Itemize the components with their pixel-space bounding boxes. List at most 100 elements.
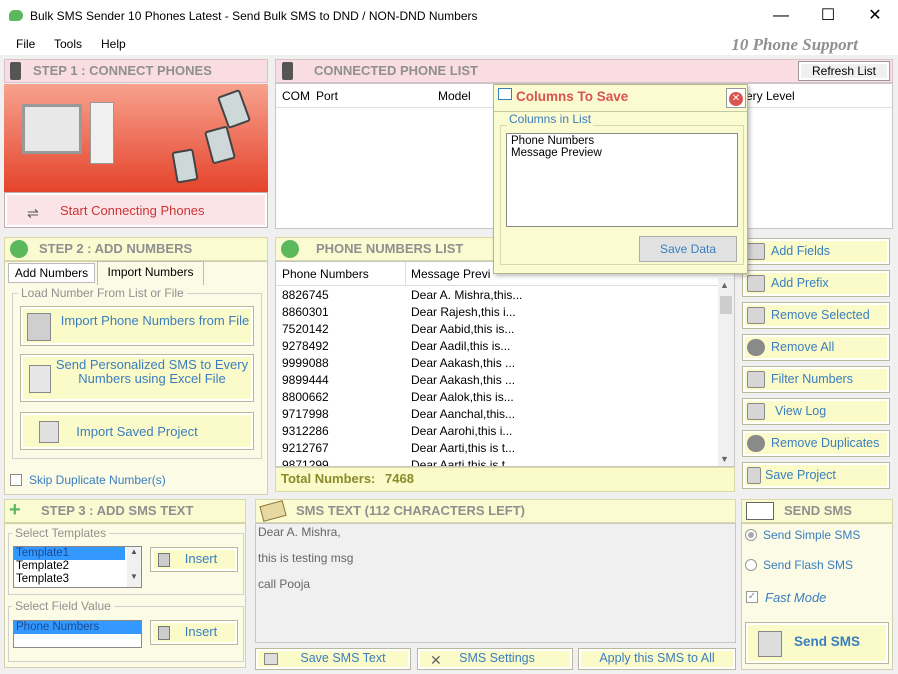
add-fields-label: Add Fields	[771, 244, 831, 258]
simple-sms-radio[interactable]	[745, 529, 757, 541]
flash-sms-radio[interactable]	[745, 559, 757, 571]
col-message-preview[interactable]: Message Previ	[411, 267, 491, 281]
remove-all-button[interactable]: Remove All	[742, 334, 890, 361]
message-preview-cell[interactable]: Dear Rajesh,this i...	[411, 305, 531, 319]
scroll-down-icon[interactable]: ▼	[720, 454, 729, 464]
insert-template-button[interactable]: Insert	[150, 547, 238, 572]
columns-listbox[interactable]: Phone Numbers Message Preview	[506, 133, 738, 227]
connect-illustration	[4, 84, 268, 192]
filter-numbers-button[interactable]: Filter Numbers	[742, 366, 890, 393]
phone-number-cell[interactable]: 9717998	[282, 407, 336, 421]
phone-number-cell[interactable]: 7520142	[282, 322, 336, 336]
message-preview-cell[interactable]: Dear Aadil,this is...	[411, 339, 531, 353]
apply-sms-button[interactable]: Apply this SMS to All	[578, 648, 736, 670]
save-data-button[interactable]: Save Data	[639, 236, 737, 262]
add-prefix-icon	[747, 275, 765, 292]
send-sms-button[interactable]: Send SMS	[745, 622, 889, 664]
template-item[interactable]: Template1	[14, 547, 125, 560]
menu-tools[interactable]: Tools	[54, 37, 82, 51]
view-log-button[interactable]: View Log	[742, 398, 890, 425]
scroll-down-icon[interactable]: ▼	[127, 572, 141, 581]
excel-icon	[29, 365, 51, 393]
columns-group-label: Columns in List	[507, 112, 594, 126]
phone-number-cell[interactable]: 9312286	[282, 424, 336, 438]
filter-numbers-label: Filter Numbers	[771, 372, 853, 386]
col-battery[interactable]: ery Level	[746, 89, 795, 103]
col-phone-numbers[interactable]: Phone Numbers	[282, 267, 369, 281]
phone-numbers-table: Phone Numbers Message Previ ▲ ▼ 8826745 D…	[275, 261, 735, 467]
message-preview-cell[interactable]: Dear A. Mishra,this...	[411, 288, 531, 302]
scroll-thumb[interactable]	[720, 296, 732, 314]
view-log-label: View Log	[775, 404, 827, 418]
scroll-up-icon[interactable]: ▲	[720, 280, 729, 290]
phone-support-label: 10 Phone Support	[731, 35, 858, 54]
add-fields-button[interactable]: Add Fields	[742, 238, 890, 265]
phone-icon	[216, 88, 252, 130]
message-preview-cell[interactable]: Dear Aakash,this ...	[411, 356, 531, 370]
import-project-button[interactable]: Import Saved Project	[20, 412, 254, 450]
skip-duplicate-checkbox[interactable]	[10, 474, 22, 486]
sms-text-title: SMS TEXT (112 CHARACTERS LEFT)	[296, 503, 525, 518]
menu-file[interactable]: File	[16, 37, 35, 51]
message-preview-cell[interactable]: Dear Aabid,this is...	[411, 322, 531, 336]
phone-number-cell[interactable]: 9871299	[282, 458, 336, 466]
excel-label: Send Personalized SMS to Every Numbers u…	[55, 357, 249, 386]
phone-number-cell[interactable]: 8826745	[282, 288, 336, 302]
scrollbar[interactable]: ▲ ▼	[718, 278, 734, 466]
field-item[interactable]: Phone Numbers	[14, 621, 141, 634]
remove-duplicates-button[interactable]: Remove Duplicates	[742, 430, 890, 457]
sms-textarea[interactable]: Dear A. Mishra, this is testing msg call…	[255, 523, 736, 643]
phone-icon	[171, 148, 199, 184]
maximize-button[interactable]: ☐	[805, 0, 851, 33]
save-sms-text-button[interactable]: Save SMS Text	[255, 648, 411, 670]
message-preview-cell[interactable]: Dear Aarti,this is t...	[411, 441, 531, 455]
message-preview-cell[interactable]: Dear Aarohi,this i...	[411, 424, 531, 438]
tab-add-numbers[interactable]: Add Numbers	[8, 263, 95, 283]
save-project-button[interactable]: Save Project	[742, 462, 890, 489]
col-model[interactable]: Model	[438, 89, 471, 103]
sms-line: call Pooja	[258, 577, 311, 591]
column-item[interactable]: Phone Numbers	[511, 135, 733, 147]
column-item[interactable]: Message Preview	[511, 147, 733, 159]
sms-settings-button[interactable]: ✕ SMS Settings	[417, 648, 573, 670]
excel-button[interactable]: Send Personalized SMS to Every Numbers u…	[20, 354, 254, 402]
col-port[interactable]: Port	[316, 89, 338, 103]
total-numbers-label: Total Numbers:	[281, 471, 376, 486]
add-prefix-button[interactable]: Add Prefix	[742, 270, 890, 297]
remove-selected-button[interactable]: Remove Selected	[742, 302, 890, 329]
phone-number-cell[interactable]: 9278492	[282, 339, 336, 353]
remove-duplicates-label: Remove Duplicates	[771, 436, 880, 450]
remove-duplicates-icon	[747, 435, 765, 452]
fast-mode-checkbox[interactable]: ✓	[746, 591, 758, 603]
message-preview-cell[interactable]: Dear Aanchal,this...	[411, 407, 531, 421]
minimize-button[interactable]: —	[758, 0, 804, 33]
templates-listbox[interactable]: Template1 Template2 Template3 ▲ ▼	[13, 546, 142, 588]
start-connecting-button[interactable]: ⇌ Start Connecting Phones	[4, 192, 268, 228]
phone-number-cell[interactable]: 8860301	[282, 305, 336, 319]
template-item[interactable]: Template3	[14, 573, 141, 586]
column-divider	[405, 262, 406, 286]
field-value-group-label: Select Field Value	[12, 599, 114, 613]
phone-number-cell[interactable]: 9899444	[282, 373, 336, 387]
scroll-up-icon[interactable]: ▲	[127, 547, 141, 556]
phone-icon	[282, 62, 293, 80]
step2-header: STEP 2 : ADD NUMBERS	[4, 237, 268, 261]
message-preview-cell[interactable]: Dear Aakash,this ...	[411, 373, 531, 387]
message-preview-cell[interactable]: Dear Aarti,this is t...	[411, 458, 531, 466]
phone-number-cell[interactable]: 9999088	[282, 356, 336, 370]
import-file-button[interactable]: Import Phone Numbers from File	[20, 306, 254, 346]
templates-scrollbar[interactable]: ▲ ▼	[127, 547, 141, 587]
phone-number-cell[interactable]: 9212767	[282, 441, 336, 455]
field-value-listbox[interactable]: Phone Numbers	[13, 620, 142, 648]
col-com[interactable]: COM	[282, 89, 310, 103]
tab-import-numbers[interactable]: Import Numbers	[97, 261, 204, 285]
refresh-list-button[interactable]: Refresh List	[798, 61, 890, 81]
insert-field-button[interactable]: Insert	[150, 620, 238, 645]
popup-close-button[interactable]: ✕	[726, 88, 746, 108]
template-item[interactable]: Template2	[14, 560, 141, 573]
menu-help[interactable]: Help	[101, 37, 126, 51]
popup-title: Columns To Save	[516, 89, 629, 104]
phone-number-cell[interactable]: 8800662	[282, 390, 336, 404]
message-preview-cell[interactable]: Dear Aalok,this is...	[411, 390, 531, 404]
close-button[interactable]: ✕	[852, 0, 898, 33]
